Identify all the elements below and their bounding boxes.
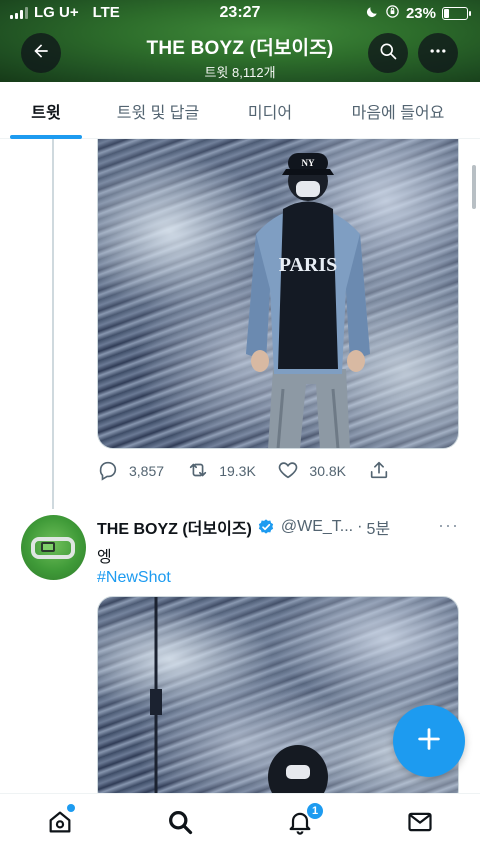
home-icon <box>46 808 74 841</box>
search-icon <box>166 808 194 841</box>
heart-icon <box>277 459 299 484</box>
more-button[interactable] <box>418 33 458 73</box>
separator-dot: · <box>357 518 363 535</box>
tweet-actions: 3,857 19.3K 30.8K <box>97 459 397 483</box>
plus-icon <box>415 725 443 758</box>
avatar[interactable] <box>21 515 86 580</box>
share-button[interactable] <box>368 459 397 484</box>
tab-media[interactable]: 미디어 <box>224 82 316 139</box>
nav-notifications[interactable]: 1 <box>240 794 360 854</box>
retweet-button[interactable]: 19.3K <box>187 459 277 484</box>
retweet-icon <box>187 459 209 484</box>
tab-label: 마음에 들어요 <box>351 104 445 122</box>
more-horizontal-icon <box>428 41 448 66</box>
status-bar: LG U+ LTE 23:27 23% <box>0 0 480 26</box>
tab-label: 미디어 <box>247 104 293 122</box>
battery-percent: 23% <box>405 5 436 22</box>
svg-text:NY: NY <box>302 158 315 168</box>
bottom-navigation: 1 <box>0 793 480 854</box>
nav-messages[interactable] <box>360 794 480 854</box>
verified-badge-icon <box>257 518 275 536</box>
compose-tweet-button[interactable] <box>393 705 465 777</box>
reply-icon <box>97 459 119 484</box>
tab-tweets-replies[interactable]: 트윗 및 답글 <box>92 82 224 139</box>
reply-button[interactable]: 3,857 <box>97 459 187 484</box>
thread-connector <box>52 139 54 509</box>
tab-tweets[interactable]: 트윗 <box>0 82 92 139</box>
svg-text:PARIS: PARIS <box>279 254 338 276</box>
like-button[interactable]: 30.8K <box>277 459 367 484</box>
author-handle[interactable]: @WE_T... <box>281 518 353 536</box>
tweet-more-button[interactable]: ··· <box>438 515 459 536</box>
search-icon <box>378 41 398 66</box>
like-count: 30.8K <box>309 463 346 479</box>
search-button[interactable] <box>368 33 408 73</box>
hashtag-link[interactable]: #NewShot <box>97 569 171 587</box>
battery-icon <box>442 7 471 20</box>
reply-count: 3,857 <box>129 463 165 479</box>
tweet-text: 엥 <box>97 549 112 566</box>
tweet-photo[interactable]: PARIS NY <box>97 139 459 449</box>
new-content-badge <box>67 804 75 812</box>
timeline[interactable]: PARIS NY 3,857 19.3K 30.8K THE BOYZ (더보이… <box>0 139 480 793</box>
tweet-count: 트윗 8,112개 <box>204 65 276 80</box>
nav-home[interactable] <box>0 794 120 854</box>
rotation-lock-icon <box>385 4 400 23</box>
profile-header: LG U+ LTE 23:27 23% THE BOYZ (더보이즈) 트윗 8… <box>0 0 480 82</box>
profile-name: THE BOYZ (더보이즈) <box>146 38 334 59</box>
tab-likes[interactable]: 마음에 들어요 <box>316 82 480 139</box>
notification-count-badge: 1 <box>306 802 324 820</box>
tab-label: 트윗 <box>31 104 61 122</box>
person-figure: PARIS NY <box>246 153 370 448</box>
tab-label: 트윗 및 답글 <box>116 104 200 122</box>
nav-search[interactable] <box>120 794 240 854</box>
scrollbar[interactable] <box>472 165 476 209</box>
retweet-count: 19.3K <box>219 463 256 479</box>
moon-icon <box>365 5 379 23</box>
author-name[interactable]: THE BOYZ (더보이즈) <box>97 515 252 539</box>
share-icon <box>368 459 390 484</box>
messages-icon <box>406 808 434 841</box>
profile-tabs: 트윗 트윗 및 답글 미디어 마음에 들어요 <box>0 82 480 139</box>
tweet-time[interactable]: 5분 <box>366 515 390 539</box>
